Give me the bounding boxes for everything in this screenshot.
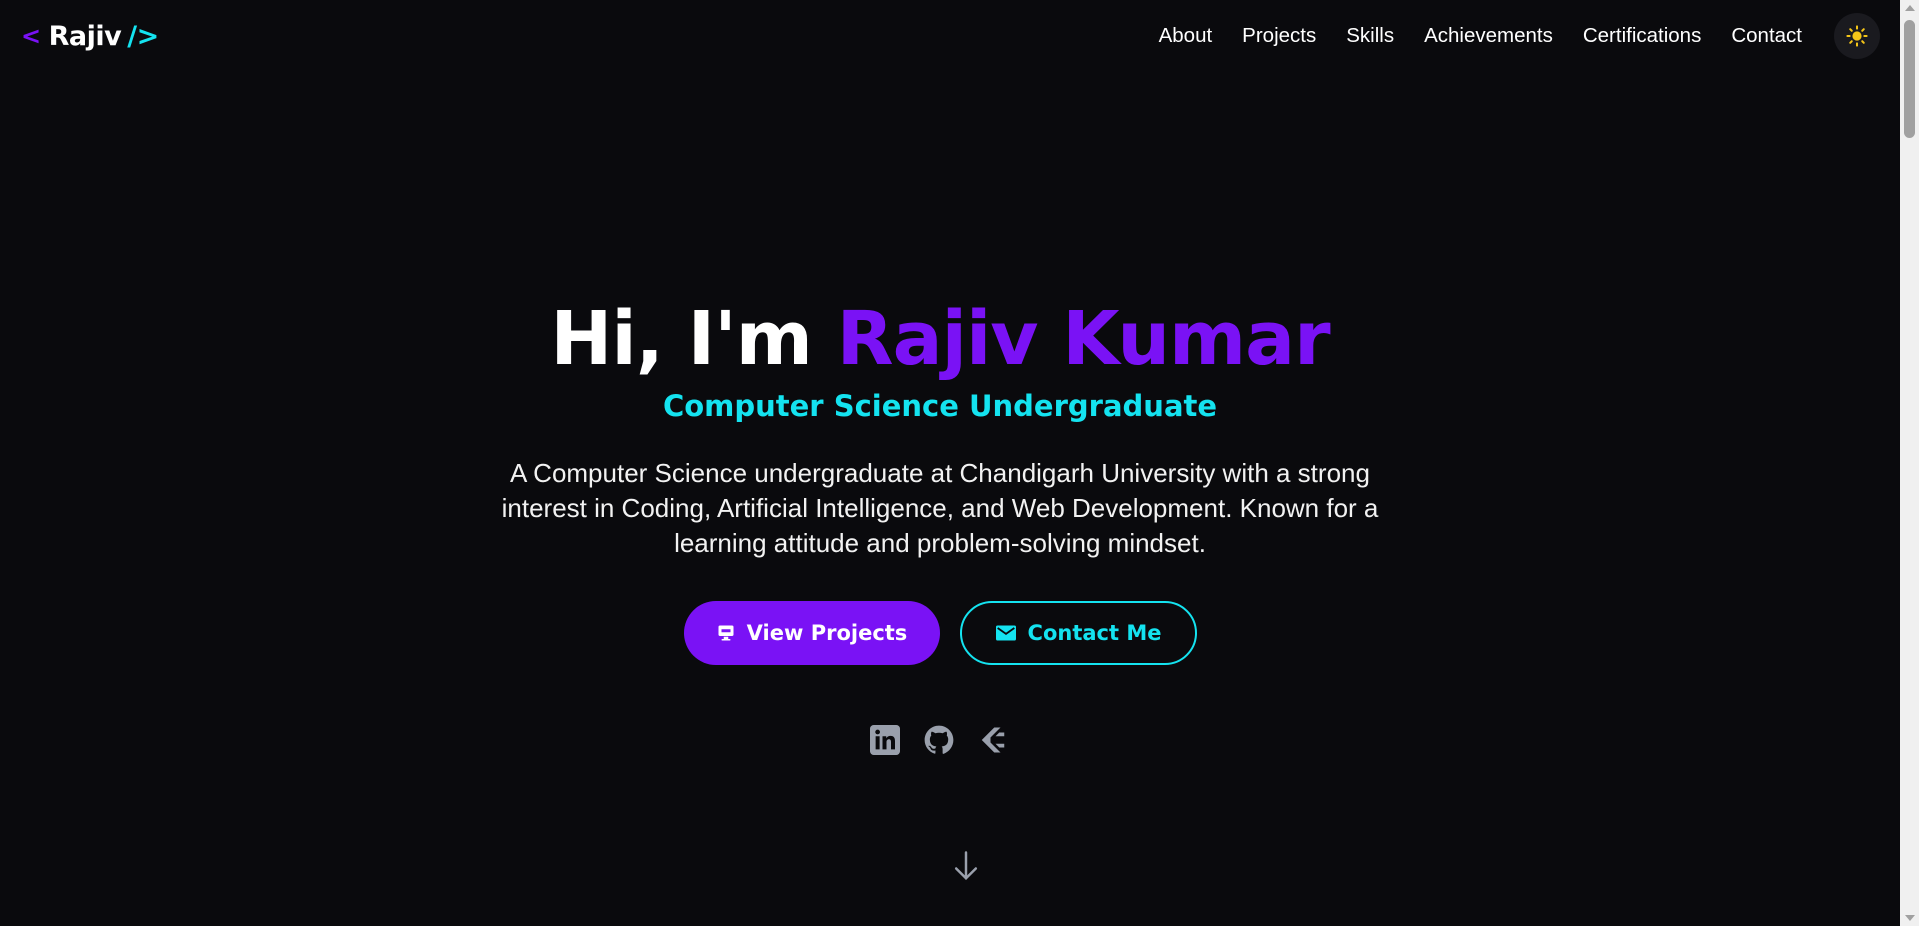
github-link[interactable] (923, 724, 955, 756)
view-projects-button[interactable]: View Projects (684, 601, 940, 665)
contact-me-button[interactable]: Contact Me (960, 601, 1197, 665)
scroll-down-arrow[interactable] (951, 850, 981, 887)
desktop-icon (717, 624, 735, 642)
scroll-thumb[interactable] (1904, 20, 1915, 138)
envelope-icon (995, 625, 1016, 641)
github-icon (924, 725, 954, 754)
linkedin-link[interactable] (869, 724, 901, 756)
hero-title: Hi, I'm Rajiv Kumar (0, 293, 1880, 385)
arrow-down-icon (954, 851, 978, 881)
hero-greeting: Hi, I'm (550, 296, 837, 382)
hero-buttons: View Projects Contact Me (684, 601, 1197, 665)
contact-me-label: Contact Me (1027, 621, 1162, 645)
page-scrollbar[interactable] (1900, 0, 1919, 926)
page: < Rajiv /> About Projects Skills Achieve… (0, 0, 1919, 926)
scroll-up-button[interactable] (1905, 5, 1915, 11)
linkedin-icon (870, 725, 900, 755)
hero-name: Rajiv Kumar (836, 296, 1331, 382)
social-links (869, 724, 1031, 756)
codechef-icon (981, 727, 1005, 753)
codechef-link[interactable] (977, 724, 1009, 756)
view-projects-label: View Projects (746, 621, 908, 645)
scroll-down-button[interactable] (1905, 915, 1915, 921)
hero-section: Hi, I'm Rajiv Kumar Computer Science Und… (0, 0, 1900, 926)
hero-description: A Computer Science undergraduate at Chan… (501, 458, 1379, 558)
hero-subtitle: Computer Science Undergraduate (662, 389, 1218, 423)
